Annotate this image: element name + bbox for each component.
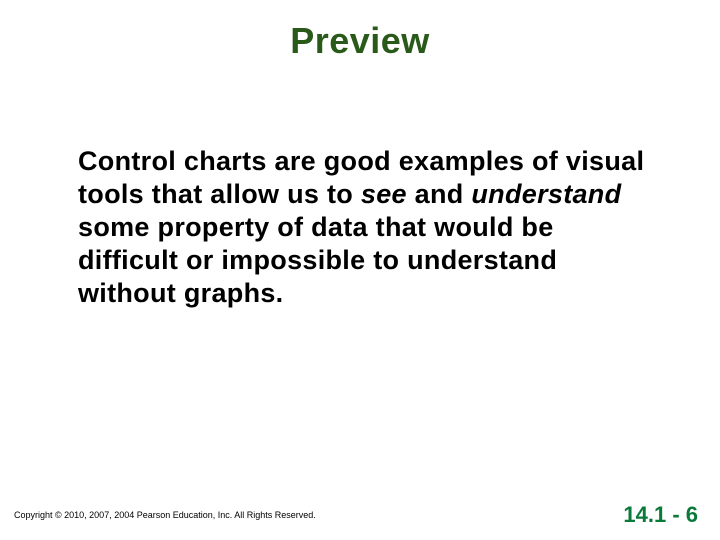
body-part2: and bbox=[407, 179, 472, 209]
copyright-text: Copyright © 2010, 2007, 2004 Pearson Edu… bbox=[14, 510, 316, 520]
slide-body: Control charts are good examples of visu… bbox=[78, 145, 660, 310]
slide-title: Preview bbox=[0, 20, 720, 62]
body-italic-understand: understand bbox=[471, 179, 621, 209]
body-italic-see: see bbox=[361, 179, 407, 209]
body-part3: some property of data that would be diff… bbox=[78, 212, 557, 308]
slide: Preview Control charts are good examples… bbox=[0, 0, 720, 540]
page-number: 14.1 - 6 bbox=[623, 502, 698, 528]
